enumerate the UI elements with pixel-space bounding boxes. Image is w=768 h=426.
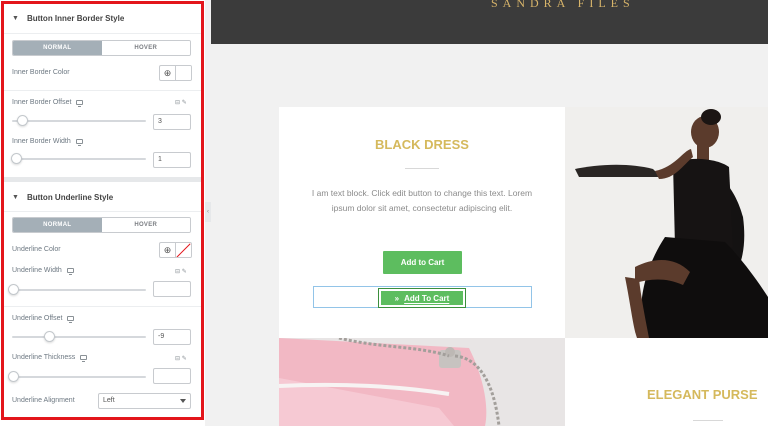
black-dress-photo (565, 107, 768, 338)
desktop-icon[interactable] (66, 268, 74, 275)
page-preview: SANDRA FILES BLACK DRESS I am text block… (211, 0, 768, 426)
underline-color-label: Underline Color (12, 246, 61, 253)
inner-border-offset-slider[interactable] (12, 115, 146, 126)
globe-icon[interactable]: ⊕ (160, 66, 176, 80)
no-color-swatch[interactable] (176, 243, 191, 257)
inner-border-offset-input[interactable]: 3 (153, 114, 191, 130)
underline-offset-input[interactable]: -9 (153, 329, 191, 345)
underline-width-label: Underline Width (12, 267, 74, 275)
state-tabs-inner-border: NORMAL HOVER (12, 40, 191, 56)
editor-window: ▼ Button Inner Border Style NORMAL HOVER… (0, 0, 768, 426)
state-tabs-underline: NORMAL HOVER (12, 217, 191, 233)
desktop-icon[interactable] (67, 316, 75, 323)
underline-color-control[interactable]: ⊕ (159, 242, 192, 258)
label-text: Underline Thickness (12, 354, 76, 361)
tab-hover[interactable]: HOVER (101, 41, 190, 55)
inner-border-color-label: Inner Border Color (12, 69, 70, 76)
divider (4, 211, 202, 212)
label-text: Underline Alignment (12, 397, 75, 404)
model-illustration (565, 107, 768, 338)
label-text: Underline Color (12, 246, 61, 253)
underline-offset-slider[interactable] (12, 331, 146, 342)
underline-offset-label: Underline Offset (12, 315, 75, 323)
product-heading: BLACK DRESS (375, 137, 469, 152)
units-icon[interactable]: ⊟ ✎ (175, 268, 187, 275)
slider-handle[interactable] (17, 115, 29, 126)
slider-handle[interactable] (8, 371, 19, 382)
divider (4, 33, 202, 34)
site-title[interactable]: SANDRA FILES (491, 0, 635, 11)
style-settings-panel: ▼ Button Inner Border Style NORMAL HOVER… (0, 0, 205, 426)
underline-thickness-label: Underline Thickness (12, 354, 88, 362)
purse-photo (279, 338, 565, 426)
inner-border-offset-label: Inner Border Offset (12, 99, 84, 107)
add-to-cart-button-styled[interactable]: » Add To Cart (378, 288, 466, 308)
purse-illustration (279, 338, 565, 426)
underline-thickness-slider[interactable] (8, 371, 146, 382)
product-description: I am text block. Click edit button to ch… (311, 188, 533, 213)
inner-border-width-slider[interactable] (11, 153, 146, 164)
units-icon[interactable]: ⊟ ✎ (175, 99, 187, 106)
desktop-icon[interactable] (75, 139, 83, 146)
product-card-elegant-purse: ELEGANT PURSE (565, 338, 768, 426)
tab-hover[interactable]: HOVER (101, 218, 190, 232)
label-text: Inner Border Offset (12, 99, 72, 106)
slider-handle[interactable] (8, 284, 19, 295)
desktop-icon[interactable] (80, 355, 88, 362)
add-to-cart-button[interactable]: Add to Cart (383, 251, 462, 274)
globe-icon[interactable]: ⊕ (160, 243, 176, 257)
desktop-icon[interactable] (76, 100, 84, 107)
slider-handle[interactable] (44, 331, 56, 342)
underline-width-slider[interactable] (8, 284, 146, 295)
underline-width-input[interactable] (153, 281, 191, 297)
button-label: Add To Cart (404, 293, 450, 303)
product-card-black-dress: BLACK DRESS I am text block. Click edit … (279, 107, 565, 338)
underline-alignment-label: Underline Alignment (12, 397, 75, 404)
section-header-underline[interactable]: ▼ Button Underline Style (4, 182, 202, 212)
inner-border-width-label: Inner Border Width (12, 138, 83, 146)
label-text: Underline Width (12, 267, 62, 274)
slider-handle[interactable] (11, 153, 22, 164)
section-title: Button Underline Style (26, 192, 114, 202)
section-title: Button Inner Border Style (26, 13, 125, 23)
units-icon[interactable]: ⊟ ✎ (175, 355, 187, 362)
section-header-inner-border[interactable]: ▼ Button Inner Border Style (4, 3, 202, 33)
caret-down-icon: ▼ (12, 193, 19, 201)
inner-border-width-input[interactable]: 1 (153, 152, 191, 168)
divider (4, 90, 202, 91)
heading-divider (693, 420, 723, 421)
label-text: Inner Border Width (12, 138, 71, 145)
caret-down-icon: ▼ (12, 14, 19, 22)
site-header: SANDRA FILES (211, 0, 768, 44)
heading-divider (405, 168, 439, 169)
underline-thickness-input[interactable] (153, 368, 191, 384)
inner-border-color-control[interactable]: ⊕ (159, 65, 192, 81)
tab-normal[interactable]: NORMAL (13, 41, 102, 55)
label-text: Inner Border Color (12, 69, 70, 76)
tab-normal[interactable]: NORMAL (13, 218, 102, 232)
dropdown-arrow-icon (180, 399, 186, 403)
product-heading: ELEGANT PURSE (647, 387, 758, 402)
double-chevron-icon: » (394, 293, 400, 303)
divider (4, 306, 202, 307)
label-text: Underline Offset (12, 315, 63, 322)
color-swatch[interactable] (176, 66, 191, 80)
underline-alignment-select[interactable]: Left (98, 393, 191, 409)
select-value: Left (103, 397, 115, 404)
